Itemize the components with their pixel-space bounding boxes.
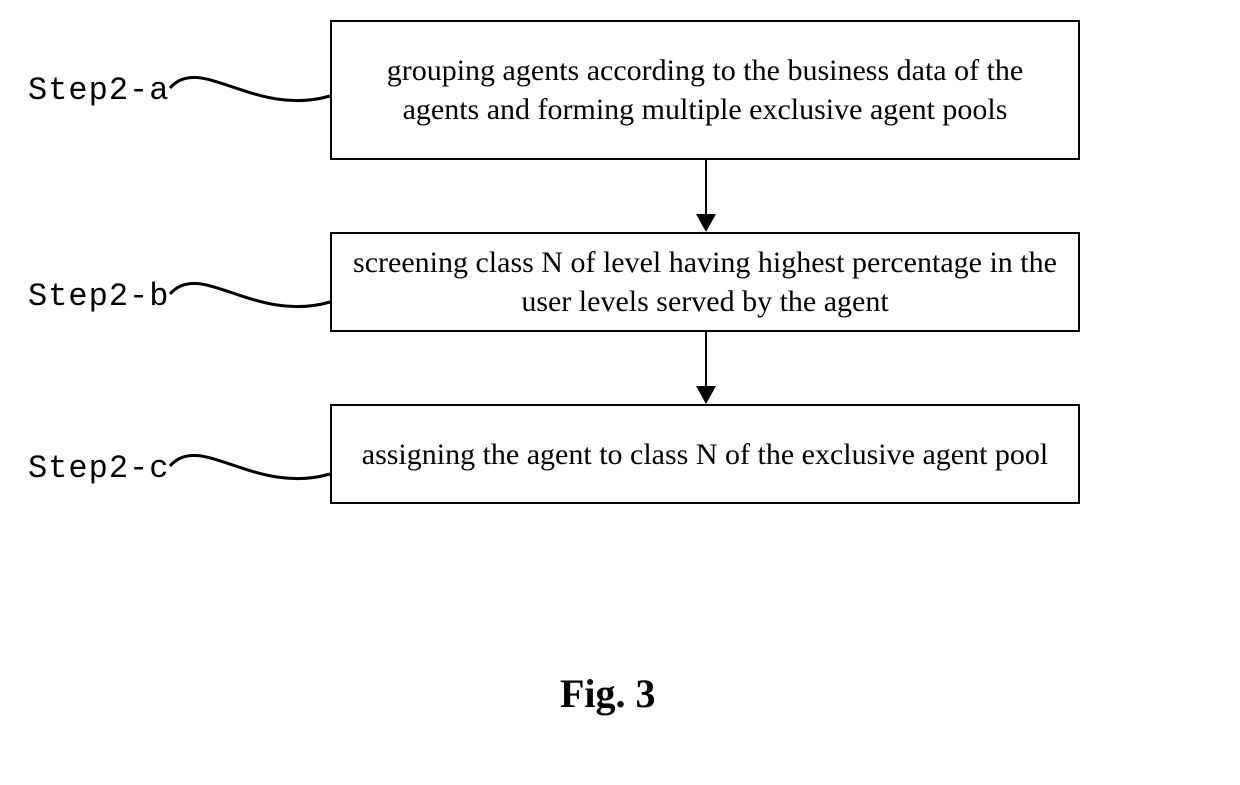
flow-box-2c: assigning the agent to class N of the ex… <box>330 404 1080 504</box>
connector-2b <box>160 254 340 334</box>
arrow-b-to-c-line <box>705 332 707 390</box>
step-label-2b: Step2-b <box>28 278 169 315</box>
step-label-2a: Step2-a <box>28 72 169 109</box>
step-label-2c: Step2-c <box>28 450 169 487</box>
flow-box-2b-text: screening class N of level having highes… <box>348 243 1062 321</box>
arrow-a-to-b-head <box>696 214 716 232</box>
diagram-canvas: Step2-a grouping agents according to the… <box>0 0 1240 785</box>
connector-2c <box>160 426 340 506</box>
flow-box-2a: grouping agents according to the busines… <box>330 20 1080 160</box>
arrow-b-to-c-head <box>696 386 716 404</box>
figure-label: Fig. 3 <box>560 670 656 717</box>
flow-box-2b: screening class N of level having highes… <box>330 232 1080 332</box>
arrow-a-to-b-line <box>705 160 707 218</box>
flow-box-2a-text: grouping agents according to the busines… <box>348 51 1062 129</box>
connector-2a <box>160 48 340 128</box>
flow-box-2c-text: assigning the agent to class N of the ex… <box>362 435 1049 474</box>
